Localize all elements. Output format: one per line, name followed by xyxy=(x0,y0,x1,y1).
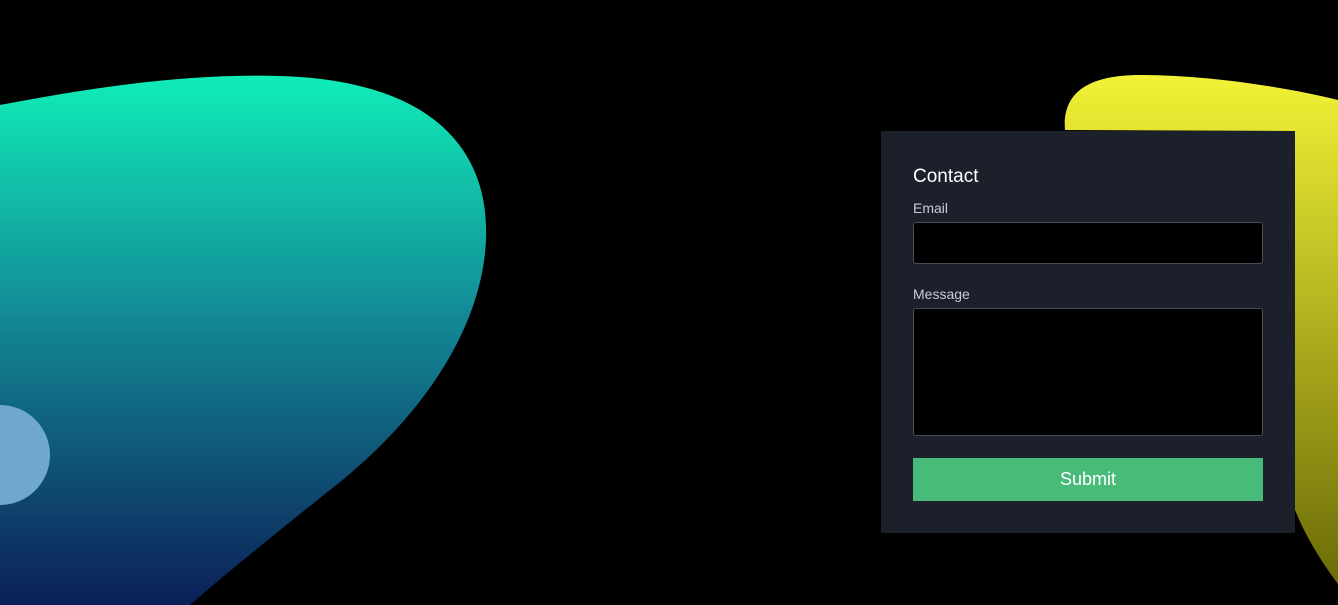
email-label: Email xyxy=(913,200,949,216)
contact-card: Contact Email Message Submit xyxy=(881,131,1295,533)
message-field[interactable] xyxy=(913,308,1263,436)
left-gradient-blob xyxy=(0,75,487,605)
email-field[interactable] xyxy=(913,222,1263,264)
message-label: Message xyxy=(913,286,970,302)
submit-button[interactable]: Submit xyxy=(913,458,1263,501)
contact-title: Contact xyxy=(913,166,979,187)
